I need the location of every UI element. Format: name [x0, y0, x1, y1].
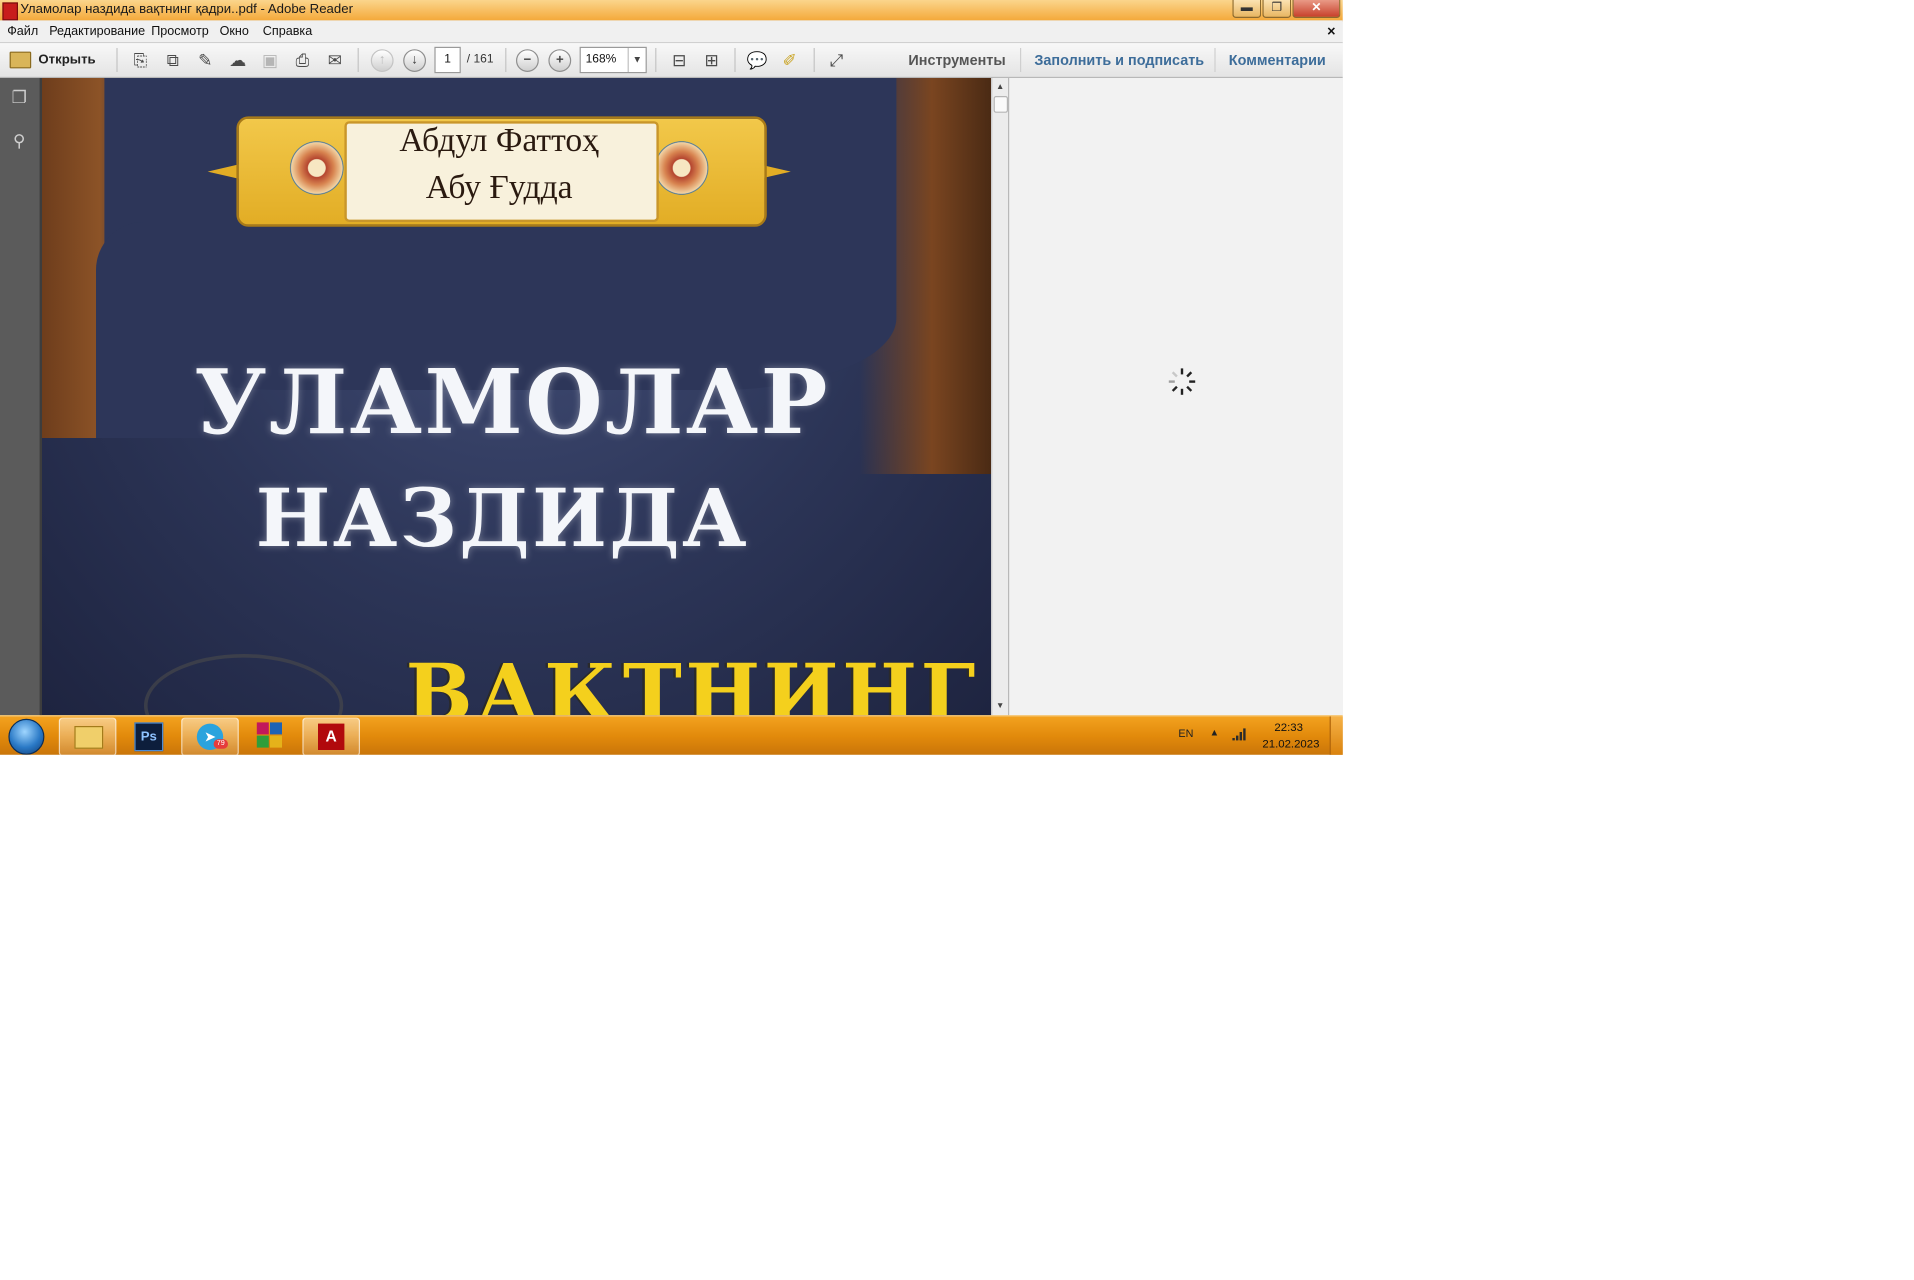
fullscreen-icon[interactable]: ⤢	[826, 49, 848, 71]
scroll-down-icon[interactable]: ▼	[994, 700, 1007, 713]
clock-time[interactable]: 22:33	[1274, 721, 1303, 734]
maximize-button[interactable]: ❐	[1262, 0, 1292, 18]
page-thumbnails-icon[interactable]: ❐	[10, 88, 29, 107]
tab-fill-sign[interactable]: Заполнить и подписать	[1034, 52, 1204, 69]
print-icon[interactable]: ⎙	[292, 49, 314, 71]
window-controls: ▬ ❐ ✕	[1231, 0, 1341, 19]
folder-icon	[9, 51, 32, 69]
save-icon[interactable]: ▣	[259, 49, 281, 71]
flower-ornament-icon	[286, 138, 347, 199]
banner-tip-left	[207, 164, 239, 179]
loading-spinner-icon	[1168, 368, 1196, 395]
taskbar-explorer[interactable]	[58, 717, 117, 755]
fit-page-icon[interactable]: ⊟	[668, 49, 690, 71]
toolbar-separator	[357, 48, 359, 72]
toolbar-separator	[813, 48, 815, 72]
toolbar-separator	[655, 48, 657, 72]
tab-comments[interactable]: Комментарии	[1229, 52, 1326, 69]
author-line-1: Абдул Фаттоҳ	[399, 122, 599, 160]
close-button[interactable]: ✕	[1292, 0, 1341, 18]
tools-panel	[1008, 78, 1343, 716]
zoom-select[interactable]: 168% ▼	[579, 46, 647, 74]
cover-title-line-1: УЛАМОЛАР	[194, 351, 830, 455]
author-line-2: Абу Ғудда	[425, 169, 573, 207]
winrar-icon	[256, 722, 283, 748]
scroll-thumb[interactable]	[993, 96, 1009, 113]
zoom-out-icon[interactable]: −	[516, 49, 539, 72]
clock-date[interactable]: 21.02.2023	[1262, 738, 1319, 751]
chevron-down-icon[interactable]: ▼	[627, 48, 646, 72]
export-pdf-icon[interactable]: ⧉	[162, 49, 184, 71]
show-desktop-button[interactable]	[1329, 716, 1343, 755]
vertical-scrollbar[interactable]: ▲ ▼	[991, 78, 1009, 716]
cover-arch-shoulder	[96, 222, 205, 439]
tab-tools[interactable]: Инструменты	[908, 52, 1005, 69]
page-number-input[interactable]: 1	[434, 46, 461, 74]
previous-page-icon[interactable]: ↑	[370, 49, 394, 72]
highlight-icon[interactable]: ✐	[779, 49, 801, 71]
network-signal-icon[interactable]	[1232, 728, 1246, 741]
navigation-pane: ❐ ⚲	[0, 78, 42, 716]
file-explorer-icon	[74, 726, 104, 749]
flower-ornament-icon	[651, 138, 712, 199]
attachments-icon[interactable]: ⚲	[10, 131, 29, 150]
comment-icon[interactable]: 💬	[746, 49, 768, 71]
email-icon[interactable]: ✉	[324, 49, 346, 71]
taskbar-telegram[interactable]: ➤ 79	[181, 717, 239, 755]
tab-separator	[1214, 48, 1216, 72]
document-view[interactable]: Абдул Фаттоҳ Абу Ғудда УЛАМОЛАР НАЗДИДА …	[42, 78, 992, 716]
menu-file[interactable]: Файл	[7, 24, 38, 38]
author-banner: Абдул Фаттоҳ Абу Ғудда	[207, 112, 791, 230]
minimize-button[interactable]: ▬	[1232, 0, 1262, 18]
menu-edit[interactable]: Редактирование	[49, 24, 145, 38]
window-title: Уламолар наздида вақтнинг қадри..pdf - A…	[20, 2, 353, 17]
zoom-value: 168%	[585, 52, 617, 66]
unread-badge: 79	[213, 739, 229, 749]
taskbar-adobe-reader[interactable]: A	[302, 717, 360, 755]
pdf-page: Абдул Фаттоҳ Абу Ғудда УЛАМОЛАР НАЗДИДА …	[42, 78, 992, 716]
next-page-icon[interactable]: ↓	[403, 49, 427, 72]
photoshop-icon: Ps	[134, 722, 164, 752]
menu-window[interactable]: Окно	[220, 24, 249, 38]
taskbar: Ps ➤ 79 A EN ▲ 22:33 21.02.2023	[0, 715, 1343, 755]
open-button[interactable]: Открыть	[9, 49, 96, 71]
toolbar-separator	[505, 48, 507, 72]
start-button[interactable]	[4, 716, 47, 755]
edit-pdf-icon[interactable]: ✎	[194, 49, 216, 71]
create-pdf-icon[interactable]: ⎘	[130, 49, 152, 71]
tab-separator	[1020, 48, 1022, 72]
cover-title-line-3: ВАҚТНИНГ	[405, 646, 979, 716]
cloud-upload-icon[interactable]: ☁	[227, 49, 249, 71]
adobe-reader-icon: A	[318, 723, 345, 750]
fit-width-icon[interactable]: ⊞	[701, 49, 723, 71]
taskbar-winrar[interactable]	[242, 718, 297, 754]
cover-title-line-2: НАЗДИДА	[255, 471, 750, 566]
taskbar-photoshop[interactable]: Ps	[120, 718, 175, 754]
cover-ornament	[144, 654, 344, 716]
zoom-in-icon[interactable]: +	[548, 49, 572, 72]
menu-help[interactable]: Справка	[263, 24, 312, 38]
pdf-icon	[2, 2, 19, 21]
windows-orb-icon	[8, 718, 45, 755]
menu-view[interactable]: Просмотр	[151, 24, 209, 38]
toolbar: Открыть ⎘ ⧉ ✎ ☁ ▣ ⎙ ✉ ↑ ↓ 1 / 161 − + 16…	[0, 43, 1343, 78]
scroll-up-icon[interactable]: ▲	[994, 80, 1007, 93]
document-close-icon[interactable]: ×	[1327, 23, 1335, 40]
open-label: Открыть	[38, 52, 96, 68]
toolbar-separator	[116, 48, 118, 72]
page-total: / 161	[466, 52, 494, 66]
toolbar-separator	[734, 48, 736, 72]
show-hidden-icons-icon[interactable]: ▲	[1210, 727, 1220, 738]
screen: Уламолар наздида вақтнинг қадри..pdf - A…	[0, 0, 1343, 755]
menu-bar: Файл Редактирование Просмотр Окно Справк…	[0, 20, 1343, 44]
title-bar: Уламолар наздида вақтнинг қадри..pdf - A…	[0, 0, 1343, 22]
language-indicator[interactable]: EN	[1178, 727, 1193, 739]
